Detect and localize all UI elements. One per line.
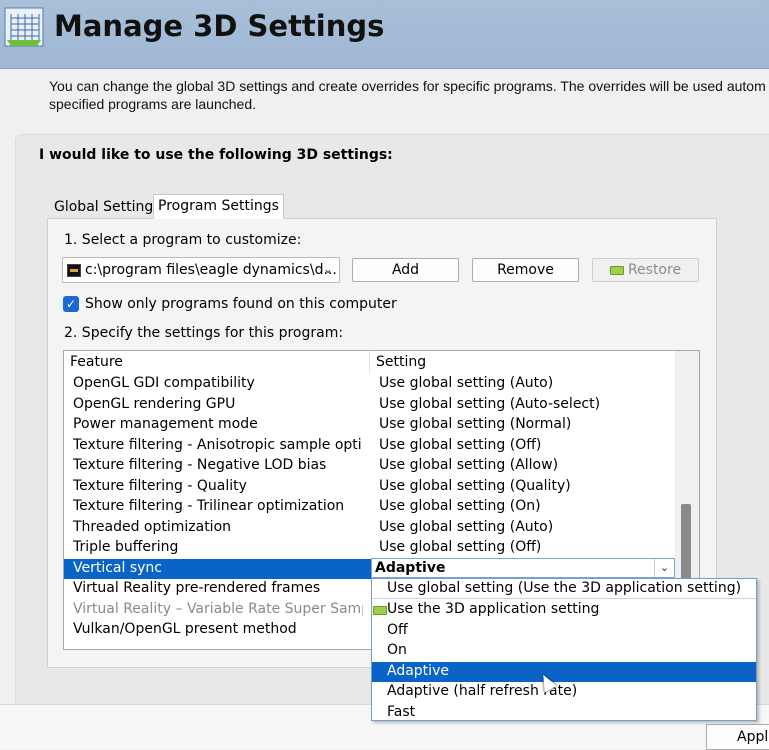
feature-cell: Virtual Reality pre-rendered frames (73, 580, 321, 596)
step2-label: 2. Specify the settings for this program… (64, 325, 344, 341)
feature-cell: Vulkan/OpenGL present method (73, 621, 297, 637)
tab-program-settings[interactable]: Program Settings (153, 194, 284, 219)
table-row[interactable]: Power management mode Use global setting … (64, 415, 675, 435)
page-title: Manage 3D Settings (54, 9, 385, 43)
restore-button[interactable]: Restore (592, 258, 699, 282)
panel-title: I would like to use the following 3D set… (39, 147, 393, 163)
nvidia-icon (609, 265, 624, 275)
table-row[interactable]: OpenGL GDI compatibility Use global setti… (64, 374, 675, 394)
setting-cell: Use global setting (Auto) (379, 518, 554, 535)
dropdown-option[interactable]: Use global setting (Use the 3D applicati… (372, 579, 756, 599)
description-line-1: You can change the global 3D settings an… (49, 78, 766, 94)
table-row[interactable]: Threaded optimization Use global setting … (64, 518, 675, 538)
setting-cell: Use global setting (Allow) (379, 457, 559, 473)
dropdown-option[interactable]: Use the 3D application setting (372, 600, 756, 620)
show-only-checkbox[interactable]: ✓ (63, 296, 79, 312)
tab-global-settings[interactable]: Global Settings (50, 197, 165, 219)
table-row[interactable]: Texture filtering - Anisotropic sample o… (64, 436, 675, 456)
page-description: You can change the global 3D settings an… (49, 77, 769, 113)
page-header: Manage 3D Settings (0, 0, 769, 69)
feature-cell: Texture filtering - Quality (73, 477, 247, 494)
setting-cell: Use global setting (Auto) (379, 375, 554, 391)
setting-cell: Use global setting (Off) (379, 436, 542, 453)
table-row[interactable]: Texture filtering - Trilinear optimizati… (64, 497, 675, 517)
table-row[interactable]: Triple buffering Use global setting (Off) (64, 538, 675, 558)
remove-button[interactable]: Remove (472, 258, 579, 282)
add-button[interactable]: Add (352, 258, 459, 282)
setting-cell: Use global setting (Quality) (379, 477, 571, 494)
combo-value: Adaptive (375, 560, 446, 576)
dropdown-option[interactable]: On (372, 641, 756, 661)
feature-cell: OpenGL GDI compatibility (73, 375, 255, 391)
chevron-down-icon: ⌄ (322, 262, 333, 276)
setting-cell: Use global setting (On) (379, 498, 541, 514)
setting-cell: Use global setting (Auto-select) (379, 395, 601, 412)
feature-cell: Vertical sync (73, 559, 163, 576)
feature-cell: Texture filtering - Negative LOD bias (73, 457, 327, 473)
feature-cell: OpenGL rendering GPU (73, 395, 236, 412)
description-line-2: specified programs are launched. (49, 96, 257, 112)
3d-cube-icon (4, 7, 44, 47)
setting-cell: Use global setting (Normal) (379, 416, 572, 432)
program-icon (67, 264, 81, 277)
feature-cell: Texture filtering - Anisotropic sample o… (73, 436, 363, 453)
feature-cell: Power management mode (73, 416, 258, 432)
apply-button[interactable]: Appl (706, 724, 769, 750)
program-select[interactable]: c:\program files\eagle dynamics\d... ⌄ (62, 257, 340, 283)
feature-cell: Virtual Reality – Variable Rate Super Sa… (73, 600, 363, 617)
program-select-value: c:\program files\eagle dynamics\d... (85, 262, 337, 278)
dropdown-option[interactable]: Fast (372, 703, 756, 723)
setting-cell: Use global setting (Off) (379, 539, 542, 555)
dropdown-option-selected[interactable]: Adaptive (372, 661, 756, 682)
vertical-sync-dropdown[interactable]: Use global setting (Use the 3D applicati… (371, 578, 757, 721)
show-only-label: Show only programs found on this compute… (85, 296, 397, 312)
restore-label: Restore (627, 262, 682, 278)
feature-cell: Texture filtering - Trilinear optimizati… (73, 498, 345, 514)
feature-cell: Threaded optimization (73, 518, 232, 535)
column-header-setting[interactable]: Setting (370, 351, 675, 373)
table-row[interactable]: OpenGL rendering GPU Use global setting (… (64, 395, 675, 415)
nvidia-icon (373, 606, 387, 615)
dropdown-option[interactable]: Off (372, 621, 756, 641)
step1-label: 1. Select a program to customize: (64, 232, 302, 248)
feature-cell: Triple buffering (73, 539, 179, 555)
table-row[interactable]: Texture filtering - Quality Use global se… (64, 477, 675, 497)
table-row[interactable]: Texture filtering - Negative LOD bias Use… (64, 456, 675, 476)
chevron-down-icon[interactable]: ⌄ (654, 559, 674, 577)
dropdown-option[interactable]: Adaptive (half refresh rate) (372, 682, 756, 702)
vertical-sync-combo[interactable]: Adaptive ⌄ (371, 558, 675, 578)
column-header-feature[interactable]: Feature (64, 351, 370, 373)
